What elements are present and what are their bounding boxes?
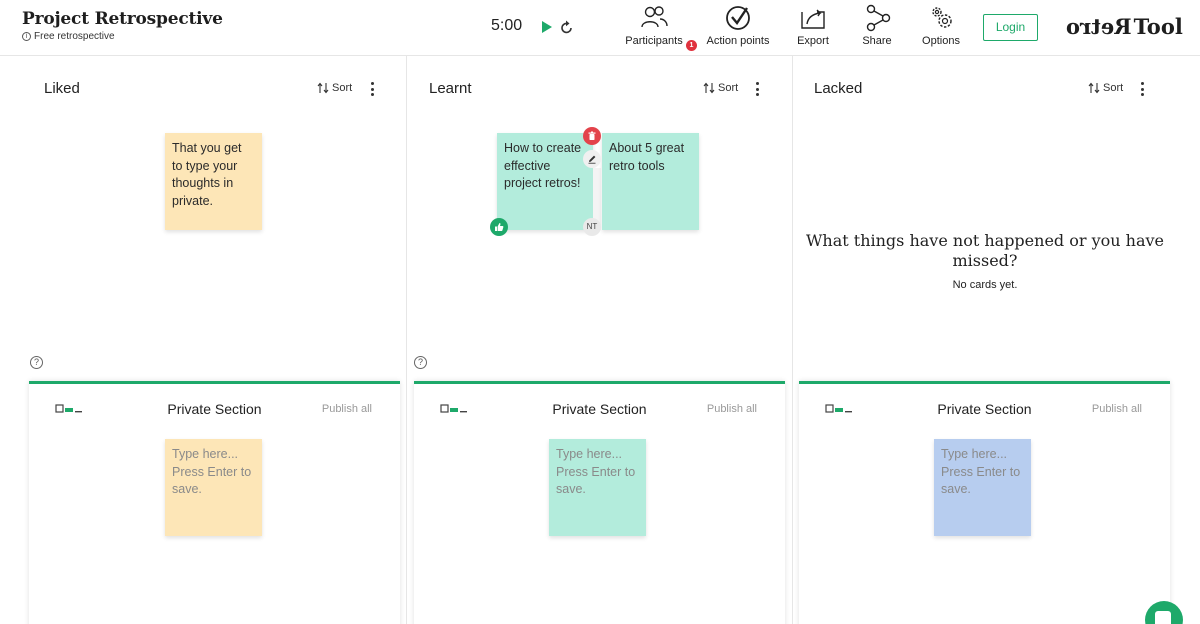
card-liked-1[interactable]: That you get to type your thoughts in pr… bbox=[165, 133, 262, 230]
card-learnt-2[interactable]: About 5 great retro tools bbox=[602, 133, 699, 230]
chat-icon bbox=[1155, 611, 1171, 624]
project-subtitle: i Free retrospective bbox=[22, 31, 115, 42]
sort-button-learnt[interactable]: Sort bbox=[703, 82, 738, 94]
sort-label: Sort bbox=[1103, 82, 1124, 94]
column-divider bbox=[792, 56, 793, 624]
thumbs-up-icon bbox=[495, 223, 504, 231]
card-text: That you get to type your thoughts in pr… bbox=[172, 141, 242, 208]
sort-arrows-icon bbox=[317, 82, 329, 94]
sort-button-liked[interactable]: Sort bbox=[317, 82, 352, 94]
logo-text: Tool bbox=[1133, 14, 1183, 39]
author-avatar: NT bbox=[583, 218, 601, 236]
private-card-input[interactable]: Type here... Press Enter to save. bbox=[934, 439, 1031, 536]
trash-icon bbox=[588, 131, 596, 140]
column-title-lacked: Lacked bbox=[814, 80, 863, 97]
column-title-liked: Liked bbox=[44, 80, 80, 97]
sort-arrows-icon bbox=[1088, 82, 1100, 94]
private-card-input[interactable]: Type here... Press Enter to save. bbox=[165, 439, 262, 536]
participants-button[interactable]: Participants 1 bbox=[623, 4, 697, 52]
play-icon[interactable] bbox=[540, 19, 554, 35]
action-points-label: Action points bbox=[706, 35, 770, 47]
participants-label: Participants bbox=[625, 35, 683, 47]
participants-count-badge: 1 bbox=[686, 40, 697, 51]
export-label: Export bbox=[797, 35, 829, 47]
publish-all-button[interactable]: Publish all bbox=[322, 403, 372, 415]
top-header: Project Retrospective i Free retrospecti… bbox=[0, 0, 1200, 56]
share-label: Share bbox=[862, 35, 892, 47]
column-divider bbox=[406, 56, 407, 624]
action-points-button[interactable]: Action points bbox=[704, 4, 772, 52]
action-points-icon bbox=[726, 6, 750, 30]
sort-label: Sort bbox=[332, 82, 353, 94]
like-card-button[interactable] bbox=[490, 218, 508, 236]
options-button[interactable]: Options bbox=[920, 4, 962, 52]
private-card-input[interactable]: Type here... Press Enter to save. bbox=[549, 439, 646, 536]
help-icon[interactable]: ? bbox=[414, 356, 427, 369]
sort-arrows-icon bbox=[703, 82, 715, 94]
column-title-learnt: Learnt bbox=[429, 80, 472, 97]
retrotool-logo[interactable]: Retro Tool bbox=[1066, 14, 1183, 39]
sort-button-lacked[interactable]: Sort bbox=[1088, 82, 1123, 94]
export-icon bbox=[801, 9, 825, 29]
private-card-placeholder: Type here... Press Enter to save. bbox=[556, 447, 636, 496]
publish-all-button[interactable]: Publish all bbox=[1092, 403, 1142, 415]
share-icon bbox=[866, 4, 891, 32]
share-button[interactable]: Share bbox=[860, 4, 894, 52]
private-section-lacked: Private Section Publish all Type here...… bbox=[799, 381, 1170, 624]
subtitle-text: Free retrospective bbox=[34, 31, 115, 42]
private-section-learnt: Private Section Publish all Type here...… bbox=[414, 381, 785, 624]
card-learnt-1[interactable]: How to create effective project retros! bbox=[497, 133, 593, 230]
export-button[interactable]: Export bbox=[794, 4, 832, 52]
private-section-liked: Private Section Publish all Type here...… bbox=[29, 381, 400, 624]
info-icon[interactable]: i bbox=[22, 32, 31, 41]
logo-mirrored-text: Retro bbox=[1066, 14, 1132, 39]
login-button[interactable]: Login bbox=[983, 14, 1038, 41]
options-gear-icon bbox=[932, 7, 952, 28]
column-menu-lacked[interactable] bbox=[1137, 80, 1147, 98]
private-card-placeholder: Type here... Press Enter to save. bbox=[172, 447, 252, 496]
sort-label: Sort bbox=[718, 82, 739, 94]
timer-display[interactable]: 5:00 bbox=[491, 17, 522, 35]
empty-state-subtitle: No cards yet. bbox=[952, 279, 1018, 291]
reset-icon[interactable] bbox=[560, 19, 574, 35]
help-icon[interactable]: ? bbox=[30, 356, 43, 369]
column-menu-liked[interactable] bbox=[367, 80, 377, 98]
edit-card-button[interactable] bbox=[583, 150, 601, 168]
participants-icon bbox=[641, 6, 668, 28]
delete-card-button[interactable] bbox=[583, 127, 601, 145]
options-label: Options bbox=[922, 35, 960, 47]
card-text: How to create effective project retros! bbox=[504, 141, 582, 190]
column-menu-learnt[interactable] bbox=[752, 80, 762, 98]
card-text: About 5 great retro tools bbox=[609, 141, 685, 173]
publish-all-button[interactable]: Publish all bbox=[707, 403, 757, 415]
project-title[interactable]: Project Retrospective bbox=[22, 9, 223, 29]
private-card-placeholder: Type here... Press Enter to save. bbox=[941, 447, 1021, 496]
pencil-icon bbox=[588, 155, 596, 164]
empty-state-title: What things have not happened or you hav… bbox=[805, 231, 1165, 270]
